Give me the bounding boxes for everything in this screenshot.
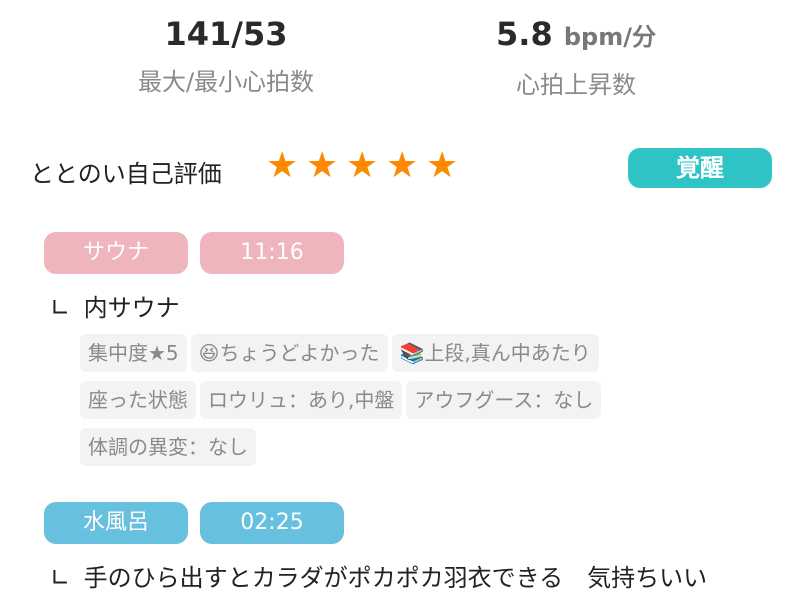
tag-concentration: 集中度★5 [80, 334, 187, 372]
stats-header: 141/53 最大/最小心拍数 5.8 bpm/分 心拍上昇数 [0, 0, 800, 120]
heart-rate-value: 141/53 [164, 15, 288, 53]
sauna-pill-row: サウナ 11:16 [44, 232, 774, 274]
tag-feeling: 😆ちょうどよかった [190, 334, 388, 372]
state-badge: 覚醒 [628, 148, 772, 188]
corner-arrow-icon: ∟ [50, 564, 71, 592]
star-icon: ★ [386, 145, 419, 186]
self-rating-row: ととのい自己評価 ★ ★ ★ ★ ★ 覚醒 [30, 146, 772, 190]
water-bath-time-pill: 02:25 [200, 502, 344, 544]
sauna-tags: 集中度★5 😆ちょうどよかった 📚上段,真ん中あたり座った状態 ロウリュ：あり,中盤ア… [80, 334, 760, 475]
max-min-heart-rate: 141/53 最大/最小心拍数 [96, 14, 356, 98]
sauna-subtitle: 内サウナ [83, 294, 180, 322]
sauna-time-pill: 11:16 [200, 232, 344, 274]
water-pill-row: 水風呂 02:25 [44, 502, 774, 544]
heart-rate-rise: 5.8 bpm/分 心拍上昇数 [446, 14, 706, 101]
star-icon: ★ [266, 145, 299, 186]
heart-rate-label: 最大/最小心拍数 [137, 68, 315, 96]
tag-posture: 座った状態 [80, 381, 196, 419]
tag-seat-position: 📚上段,真ん中あたり [391, 334, 599, 372]
hr-rise-value: 5.8 [496, 15, 553, 53]
water-bath-section: 水風呂 02:25 ∟ 手のひら出すとカラダがポカポカ羽衣できる 気持ちいい [44, 502, 774, 594]
star-icon: ★ [306, 145, 339, 186]
self-rating-label: ととのい自己評価 [30, 160, 222, 188]
tag-condition: 体調の異変：なし [80, 428, 256, 466]
sauna-label-pill: サウナ [44, 232, 188, 274]
sauna-section: サウナ 11:16 ∟ 内サウナ 集中度★5 😆ちょうどよかった 📚上段,真ん中あたり… [44, 232, 774, 475]
star-icon: ★ [426, 145, 459, 186]
hr-rise-value-wrap: 5.8 bpm/分 [446, 14, 706, 57]
corner-arrow-icon: ∟ [50, 294, 71, 322]
tag-loyly: ロウリュ：あり,中盤 [200, 381, 403, 419]
water-bath-subtitle: 手のひら出すとカラダがポカポカ羽衣できる 気持ちいい [83, 564, 708, 592]
hr-rise-label: 心拍上昇数 [516, 71, 636, 99]
hr-rise-unit: bpm/分 [563, 23, 656, 51]
sauna-detail: ∟ 内サウナ [44, 292, 774, 324]
tag-aufguss: アウフグース：なし [406, 381, 602, 419]
water-bath-label-pill: 水風呂 [44, 502, 188, 544]
star-rating: ★ ★ ★ ★ ★ [266, 146, 466, 186]
star-icon: ★ [346, 145, 379, 186]
water-bath-detail: ∟ 手のひら出すとカラダがポカポカ羽衣できる 気持ちいい [44, 562, 774, 594]
